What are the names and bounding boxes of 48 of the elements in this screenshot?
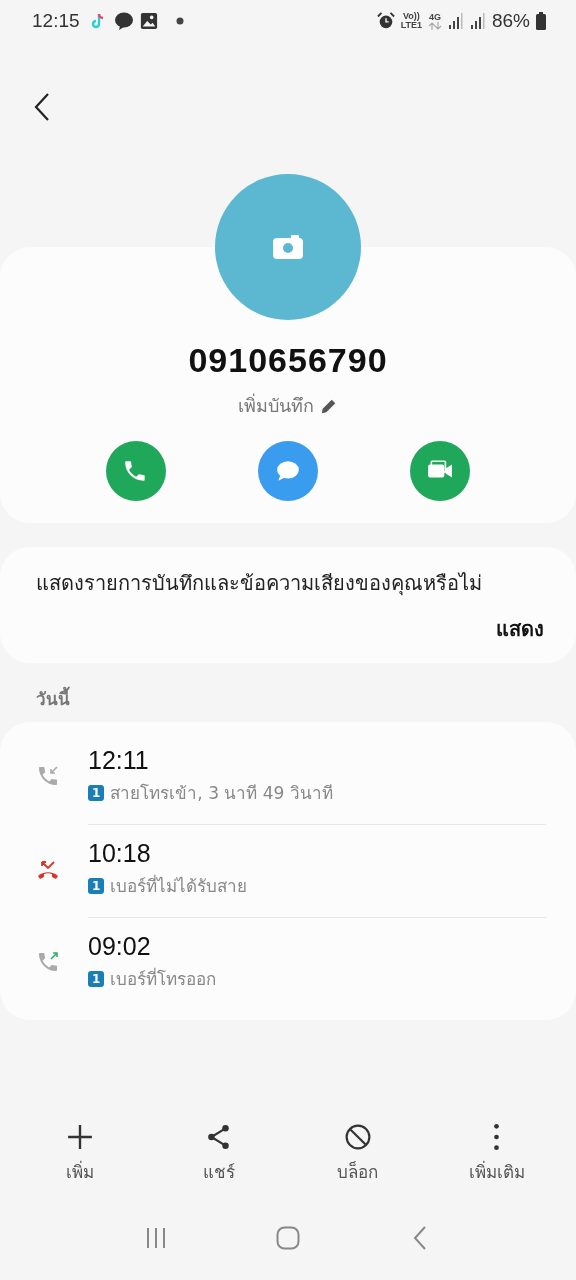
prompt-text: แสดงรายการบันทึกและข้อความเสียงของคุณหรือไม่: [36, 570, 483, 598]
call-detail: สายโทรเข้า, 3 นาที 49 วินาที: [110, 782, 333, 805]
signal-icon: [447, 13, 464, 29]
dot-icon: [175, 17, 184, 25]
recent-apps-icon[interactable]: [144, 1226, 168, 1250]
call-log-item[interactable]: 09:02 1 เบอร์ที่โทรออก: [88, 917, 546, 1010]
call-detail: เบอร์ที่ไม่ได้รับสาย: [110, 873, 248, 898]
toolbar-button[interactable]: เพิ่ม: [19, 1123, 140, 1186]
phone-number: 0910656790: [188, 341, 388, 380]
call-log-item[interactable]: 10:18 1 เบอร์ที่ไม่ได้รับสาย: [88, 824, 546, 917]
share-icon: [205, 1124, 232, 1150]
back-icon: [34, 93, 50, 121]
image-icon: [139, 12, 158, 30]
incoming-call-icon: [36, 764, 60, 788]
battery-icon: [536, 12, 546, 30]
speech-bubble-icon: [275, 458, 301, 484]
volte-label: LTE1: [400, 21, 422, 30]
call-time: 12:11: [88, 746, 150, 775]
add-note-button[interactable]: เพิ่มบันทึก: [232, 390, 344, 421]
outgoing-call-icon: [36, 950, 60, 974]
more-options-icon: [494, 1124, 499, 1150]
call-time: 10:18: [88, 839, 152, 868]
alarm-icon: [376, 12, 395, 30]
call-button[interactable]: [106, 441, 166, 501]
message-button[interactable]: [258, 441, 318, 501]
chat-bubble-icon: [113, 11, 134, 31]
call-log-item[interactable]: 12:11 1 สายโทรเข้า, 3 นาที 49 วินาที: [36, 732, 546, 824]
plus-icon: [66, 1124, 93, 1150]
sim-badge: 1: [88, 970, 105, 987]
section-title: วันนี้: [0, 663, 576, 722]
volte-label: Vo)): [402, 12, 420, 21]
sim-badge: 1: [88, 877, 105, 894]
call-detail: เบอร์ที่โทรออก: [110, 966, 217, 991]
camera-icon: [273, 235, 303, 259]
battery-percent: 86%: [491, 10, 530, 32]
data-arrows-icon: [427, 21, 442, 30]
network-type: 4G: [428, 12, 441, 22]
clock-time: 12:15: [32, 10, 80, 32]
show-button[interactable]: แสดง: [496, 613, 544, 645]
toolbar-button[interactable]: แชร์: [158, 1123, 279, 1186]
sim-badge: 1: [88, 784, 105, 801]
video-call-button[interactable]: [410, 441, 470, 501]
block-icon: [344, 1124, 371, 1150]
toolbar-button[interactable]: เพิ่มเติม: [436, 1123, 557, 1186]
home-icon[interactable]: [276, 1226, 300, 1250]
signal-icon: [469, 13, 486, 29]
toolbar-button[interactable]: บล็อก: [297, 1123, 418, 1186]
call-time: 09:02: [88, 932, 152, 961]
